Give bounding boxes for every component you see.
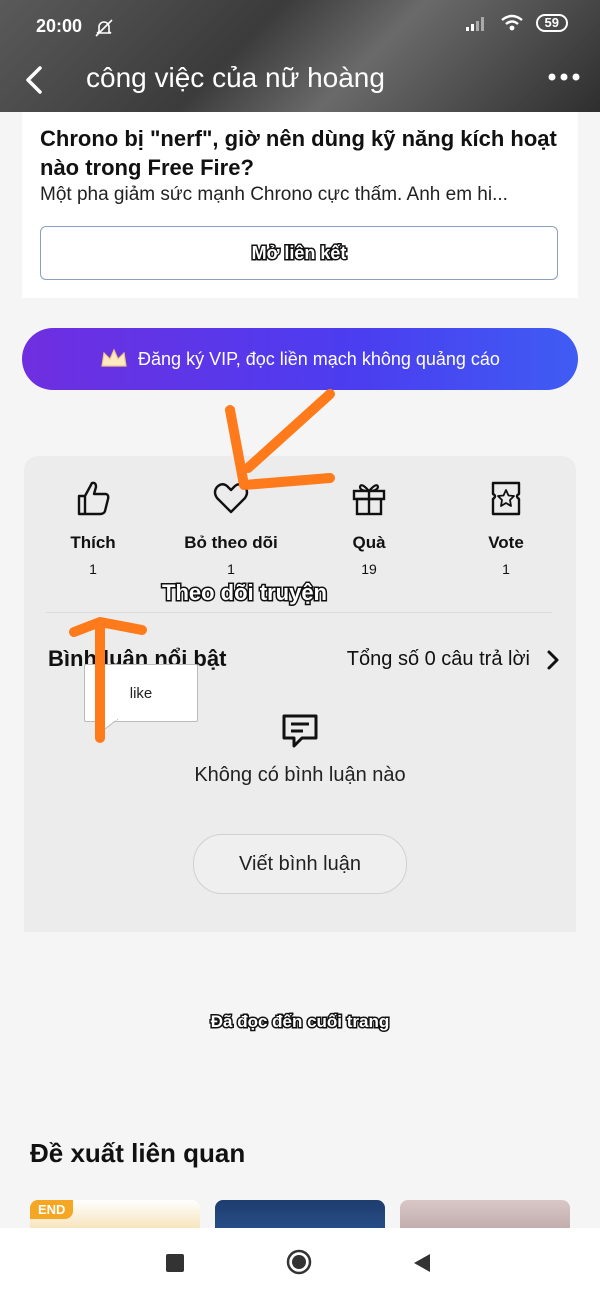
gift-action[interactable]: Quà 19	[299, 478, 439, 577]
open-link-button[interactable]: Mở liên kết	[40, 226, 558, 280]
vote-label: Vote	[488, 533, 524, 552]
end-of-page-text: Đã đọc đến cuối trang	[209, 1011, 391, 1033]
status-icons: 59	[465, 14, 568, 32]
status-time: 20:00	[36, 16, 83, 36]
article-description: Một pha giảm sức mạnh Chrono cực thấm. A…	[40, 184, 508, 205]
signal-icon	[465, 17, 484, 31]
article-card: Chrono bị "nerf", giờ nên dùng kỹ năng k…	[22, 112, 578, 298]
like-action[interactable]: Thích 1	[23, 478, 163, 577]
like-tooltip: like	[84, 664, 198, 722]
battery-indicator: 59	[535, 14, 568, 32]
like-label: Thích	[70, 533, 116, 552]
gift-icon	[352, 484, 386, 516]
chevron-right-icon[interactable]	[546, 648, 560, 672]
gift-label: Quà	[352, 533, 386, 552]
tooltip-tail	[100, 719, 119, 733]
write-comment-button[interactable]: Viết bình luận	[193, 834, 407, 894]
vote-count: 1	[502, 561, 510, 577]
comment-icon	[282, 714, 318, 748]
home-button[interactable]	[286, 1249, 312, 1275]
no-comments-text: Không có bình luận nào	[194, 764, 406, 786]
more-options-icon[interactable]	[546, 62, 582, 92]
gift-count: 19	[361, 561, 377, 577]
follow-caption: Theo dõi truyện	[161, 579, 329, 607]
recent-apps-button[interactable]	[166, 1254, 184, 1272]
ticket-star-icon	[491, 481, 521, 516]
unfollow-count: 1	[227, 561, 235, 577]
back-arrow-icon[interactable]	[22, 60, 52, 100]
end-badge: END	[30, 1200, 74, 1219]
crown-icon	[101, 348, 127, 367]
total-replies-link[interactable]: Tổng số 0 câu trả lời	[347, 648, 530, 671]
system-back-button[interactable]	[412, 1252, 432, 1274]
unfollow-action[interactable]: Bỏ theo dõi 1	[161, 478, 301, 577]
unfollow-label: Bỏ theo dõi	[184, 533, 278, 552]
article-title: Chrono bị "nerf", giờ nên dùng kỹ năng k…	[40, 126, 557, 180]
thumbs-up-icon	[77, 481, 110, 516]
related-heading: Đề xuất liên quan	[30, 1138, 246, 1168]
vip-banner[interactable]: Đăng ký VIP, đọc liền mạch không quảng c…	[22, 328, 578, 390]
wifi-icon	[500, 14, 523, 31]
bell-off-icon	[95, 19, 113, 37]
page-title: công việc của nữ hoàng	[86, 62, 385, 93]
divider	[46, 612, 552, 613]
vip-banner-text: Đăng ký VIP, đọc liền mạch không quảng c…	[138, 348, 500, 369]
heart-icon	[213, 483, 249, 514]
vote-action[interactable]: Vote 1	[436, 478, 576, 577]
like-count: 1	[89, 561, 97, 577]
